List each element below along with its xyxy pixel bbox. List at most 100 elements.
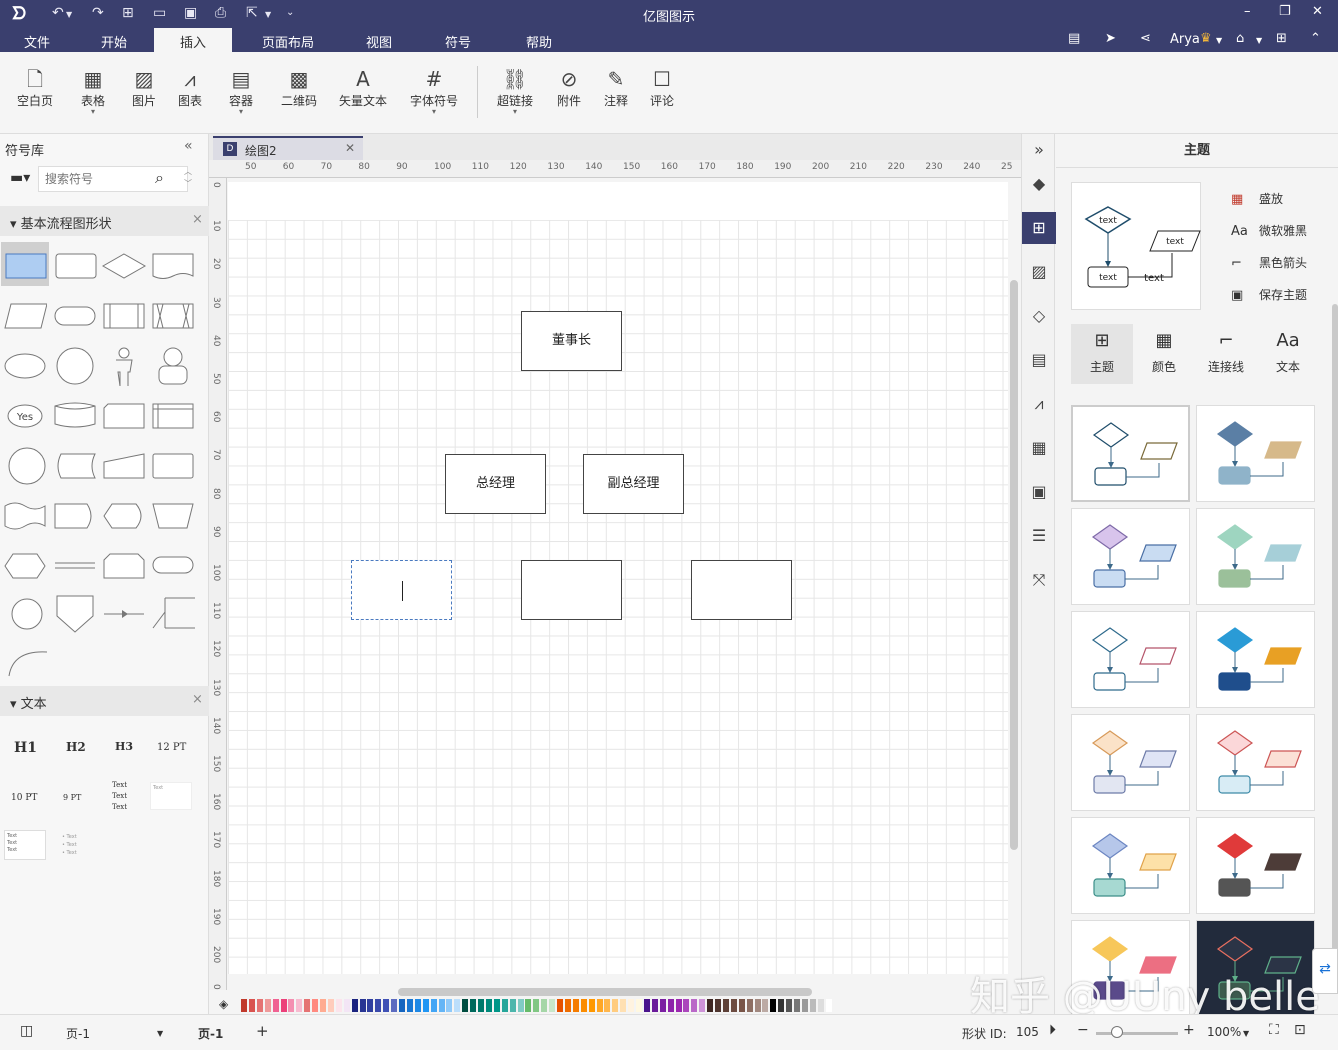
- shape-data[interactable]: [1, 292, 49, 336]
- color-swatch[interactable]: [296, 999, 303, 1012]
- shape-rectangle-small-radius[interactable]: [149, 440, 197, 484]
- table-button[interactable]: ▦ 表格 ▾: [78, 66, 108, 116]
- shape-decision[interactable]: [100, 242, 148, 286]
- section-text-header[interactable]: ▾ 文本 ×: [0, 686, 209, 716]
- tab-color[interactable]: ▦ 颜色: [1133, 324, 1195, 384]
- shape-card[interactable]: [100, 392, 148, 436]
- shape-process-selected[interactable]: [1, 242, 49, 286]
- color-swatch[interactable]: [628, 999, 635, 1012]
- color-swatch[interactable]: [667, 999, 674, 1012]
- image-icon[interactable]: ▨: [1022, 256, 1056, 288]
- page-select-dropdown-icon[interactable]: ▼: [157, 1029, 163, 1038]
- color-swatch[interactable]: [335, 999, 342, 1012]
- color-swatch[interactable]: [612, 999, 619, 1012]
- color-swatch[interactable]: [651, 999, 658, 1012]
- color-swatch[interactable]: [509, 999, 516, 1012]
- section-flowchart-header[interactable]: ▾ 基本流程图形状 ×: [0, 206, 209, 236]
- menu-home[interactable]: 开始: [101, 32, 127, 51]
- color-swatch[interactable]: [533, 999, 540, 1012]
- node-general-manager[interactable]: 总经理: [445, 454, 546, 514]
- comment-panel-icon[interactable]: ▤: [1068, 31, 1080, 46]
- color-swatch[interactable]: [643, 999, 650, 1012]
- theme-card[interactable]: [1196, 611, 1315, 708]
- tab-theme[interactable]: ⊞ 主题: [1071, 324, 1133, 384]
- shape-terminal[interactable]: [149, 540, 197, 584]
- color-swatch[interactable]: [248, 999, 255, 1012]
- chart-button[interactable]: ⩘ 图表: [176, 66, 204, 109]
- shape-parallel-mode[interactable]: [51, 540, 99, 584]
- play-icon[interactable]: ⏵: [1049, 1022, 1056, 1038]
- fill-bucket-icon[interactable]: ◈: [219, 997, 228, 1011]
- zoom-level[interactable]: 100%: [1207, 1025, 1241, 1039]
- document-tab[interactable]: D 绘图2 ✕: [213, 136, 363, 160]
- close-tab-icon[interactable]: ✕: [345, 141, 355, 155]
- zoom-dropdown-icon[interactable]: ▼: [1243, 1029, 1249, 1038]
- collapse-ribbon-icon[interactable]: ⌃: [1310, 31, 1321, 46]
- shape-circle[interactable]: [51, 342, 99, 386]
- color-swatch[interactable]: [825, 999, 832, 1012]
- menu-view[interactable]: 视图: [366, 32, 392, 51]
- theme-card[interactable]: [1196, 817, 1315, 914]
- skin-icon[interactable]: ⌂: [1236, 31, 1244, 46]
- text-12pt[interactable]: 12 PT: [157, 742, 186, 753]
- text-block-stacked[interactable]: Text Text Text: [112, 780, 127, 813]
- menu-symbol[interactable]: 符号: [445, 32, 471, 51]
- search-icon[interactable]: ⌕: [155, 168, 164, 188]
- color-swatch[interactable]: [809, 999, 816, 1012]
- zoom-out-icon[interactable]: −: [1077, 1022, 1089, 1038]
- container-icon[interactable]: ▣: [1022, 476, 1056, 508]
- color-swatch[interactable]: [659, 999, 666, 1012]
- shape-connector-circle[interactable]: [1, 440, 49, 485]
- fit-icon[interactable]: ⤧: [1022, 564, 1056, 596]
- node-editing[interactable]: [351, 560, 452, 620]
- color-swatch[interactable]: [256, 999, 263, 1012]
- color-swatch[interactable]: [730, 999, 737, 1012]
- text-9pt[interactable]: 9 PT: [63, 793, 81, 802]
- color-swatch[interactable]: [817, 999, 824, 1012]
- shape-flow-arrow[interactable]: [100, 588, 148, 632]
- theme-card[interactable]: [1071, 817, 1190, 914]
- color-swatch[interactable]: [241, 999, 247, 1012]
- color-swatch[interactable]: [288, 999, 295, 1012]
- user-name[interactable]: Arya: [1170, 32, 1200, 47]
- shape-manual-operation[interactable]: [149, 490, 197, 534]
- color-swatch[interactable]: [699, 999, 706, 1012]
- shape-ellipse[interactable]: [1, 342, 49, 386]
- shape-stored-data[interactable]: [51, 440, 99, 484]
- color-swatch[interactable]: [738, 999, 745, 1012]
- collapse-panel-icon[interactable]: «: [184, 138, 193, 154]
- color-swatch[interactable]: [359, 999, 366, 1012]
- zoom-slider[interactable]: [1096, 1032, 1178, 1035]
- comment-button[interactable]: ☐ 评论: [648, 66, 676, 109]
- text-list-box[interactable]: Text Text Text: [4, 830, 46, 860]
- note-button[interactable]: ✎ 注释: [602, 66, 630, 109]
- shape-arc[interactable]: [1, 636, 49, 680]
- page-select[interactable]: 页-1: [66, 1025, 90, 1042]
- color-swatch[interactable]: [327, 999, 334, 1012]
- color-swatch[interactable]: [462, 999, 469, 1012]
- color-swatch[interactable]: [272, 999, 279, 1012]
- color-swatch[interactable]: [746, 999, 753, 1012]
- page-icon[interactable]: ▤: [1022, 344, 1056, 376]
- color-swatch[interactable]: [446, 999, 453, 1012]
- color-swatch[interactable]: [715, 999, 721, 1012]
- color-swatch[interactable]: [517, 999, 524, 1012]
- text-bullet-list[interactable]: • Text • Text • Text: [62, 833, 77, 857]
- text-box-sample[interactable]: Text: [150, 782, 192, 810]
- library-menu-icon[interactable]: ▬▾: [10, 170, 30, 186]
- color-swatch[interactable]: [406, 999, 413, 1012]
- shape-on-page-connector[interactable]: [1, 588, 49, 632]
- fullscreen-icon[interactable]: ⛶: [1269, 1022, 1279, 1038]
- color-swatch[interactable]: [596, 999, 603, 1012]
- color-swatch[interactable]: [786, 999, 793, 1012]
- remote-assist-icon[interactable]: ⇄: [1312, 948, 1338, 994]
- restore-button[interactable]: ❐: [1279, 4, 1291, 19]
- theme-card[interactable]: [1071, 508, 1190, 605]
- theme-panel-scrollbar[interactable]: [1332, 304, 1338, 964]
- color-swatch[interactable]: [454, 999, 461, 1012]
- zoom-slider-knob[interactable]: [1111, 1026, 1123, 1038]
- color-swatch[interactable]: [430, 999, 437, 1012]
- color-swatch[interactable]: [564, 999, 571, 1012]
- shape-terminator[interactable]: [51, 292, 99, 336]
- shape-tape[interactable]: [1, 490, 49, 534]
